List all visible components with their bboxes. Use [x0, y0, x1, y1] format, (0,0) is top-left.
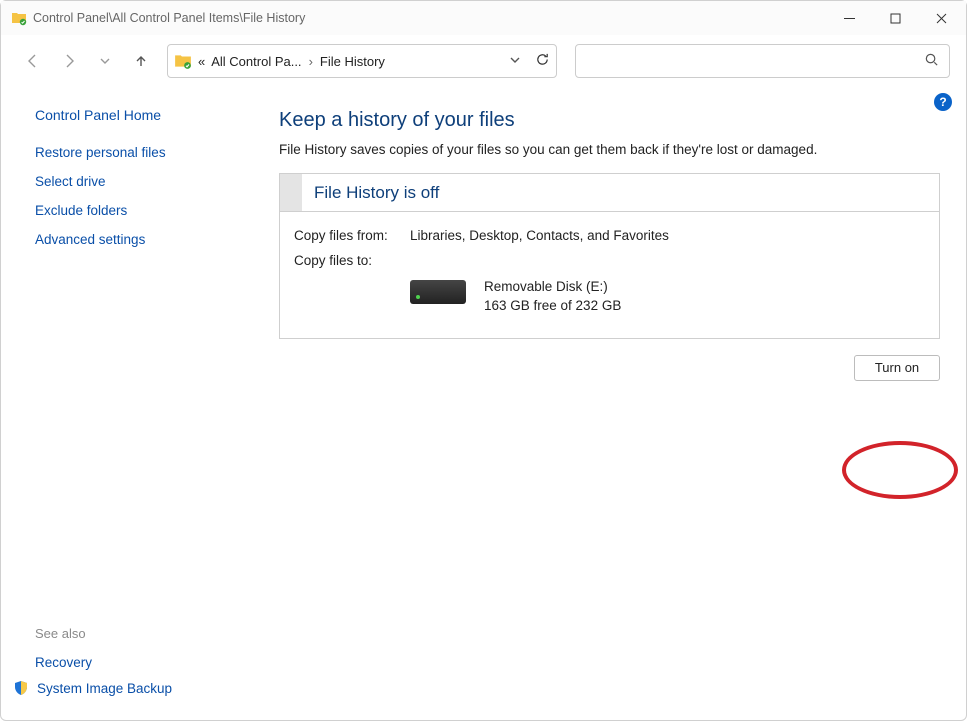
close-button[interactable] [918, 3, 964, 33]
address-dropdown-icon[interactable] [509, 54, 521, 69]
sidebar-item-label: System Image Backup [37, 681, 172, 696]
folder-icon [174, 52, 192, 70]
see-also-label: See also [35, 626, 231, 641]
file-history-status: File History is off [314, 183, 439, 203]
nav-up-button[interactable] [125, 45, 157, 77]
sidebar-link-exclude[interactable]: Exclude folders [35, 203, 231, 218]
sidebar-item-label: Recovery [35, 655, 92, 670]
copy-to-label: Copy files to: [294, 253, 410, 268]
drive-icon [410, 280, 466, 304]
title-bar: Control Panel\All Control Panel Items\Fi… [1, 1, 966, 35]
address-bar[interactable]: « All Control Pa... › File History [167, 44, 557, 78]
sidebar-link-system-image-backup[interactable]: System Image Backup [13, 680, 231, 696]
nav-back-button[interactable] [17, 45, 49, 77]
breadcrumb-item-1[interactable]: All Control Pa... [211, 54, 301, 69]
drive-free-space: 163 GB free of 232 GB [484, 297, 621, 316]
annotation-highlight [842, 441, 958, 499]
maximize-button[interactable] [872, 3, 918, 33]
search-box[interactable] [575, 44, 950, 78]
sidebar-link-recovery[interactable]: Recovery [35, 655, 231, 670]
control-panel-home-link[interactable]: Control Panel Home [35, 107, 231, 123]
nav-forward-button[interactable] [53, 45, 85, 77]
breadcrumb-prefix: « [198, 54, 205, 69]
chevron-right-icon: › [308, 54, 314, 69]
page-description: File History saves copies of your files … [279, 142, 940, 157]
page-heading: Keep a history of your files [279, 109, 940, 132]
sidebar: Control Panel Home Restore personal file… [1, 87, 249, 720]
drive-name: Removable Disk (E:) [484, 278, 621, 297]
search-icon[interactable] [924, 52, 939, 70]
status-panel-header: File History is off [280, 174, 939, 212]
breadcrumb-item-2[interactable]: File History [320, 54, 385, 69]
help-icon[interactable]: ? [934, 93, 952, 111]
window-title: Control Panel\All Control Panel Items\Fi… [33, 11, 305, 25]
content-area: ? Keep a history of your files File Hist… [249, 87, 966, 720]
turn-on-button[interactable]: Turn on [854, 355, 940, 381]
search-input[interactable] [586, 54, 924, 69]
status-panel: File History is off Copy files from: Lib… [279, 173, 940, 339]
refresh-button[interactable] [535, 52, 550, 70]
copy-from-value: Libraries, Desktop, Contacts, and Favori… [410, 228, 669, 243]
drive-info: Removable Disk (E:) 163 GB free of 232 G… [410, 278, 925, 316]
sidebar-link-select-drive[interactable]: Select drive [35, 174, 231, 189]
control-panel-icon [11, 10, 27, 26]
sidebar-link-restore[interactable]: Restore personal files [35, 145, 231, 160]
shield-icon [13, 680, 29, 696]
nav-recent-dropdown[interactable] [89, 45, 121, 77]
toolbar: « All Control Pa... › File History [1, 35, 966, 87]
sidebar-link-advanced[interactable]: Advanced settings [35, 232, 231, 247]
status-stripe [280, 174, 302, 211]
copy-from-label: Copy files from: [294, 228, 410, 243]
minimize-button[interactable] [826, 3, 872, 33]
